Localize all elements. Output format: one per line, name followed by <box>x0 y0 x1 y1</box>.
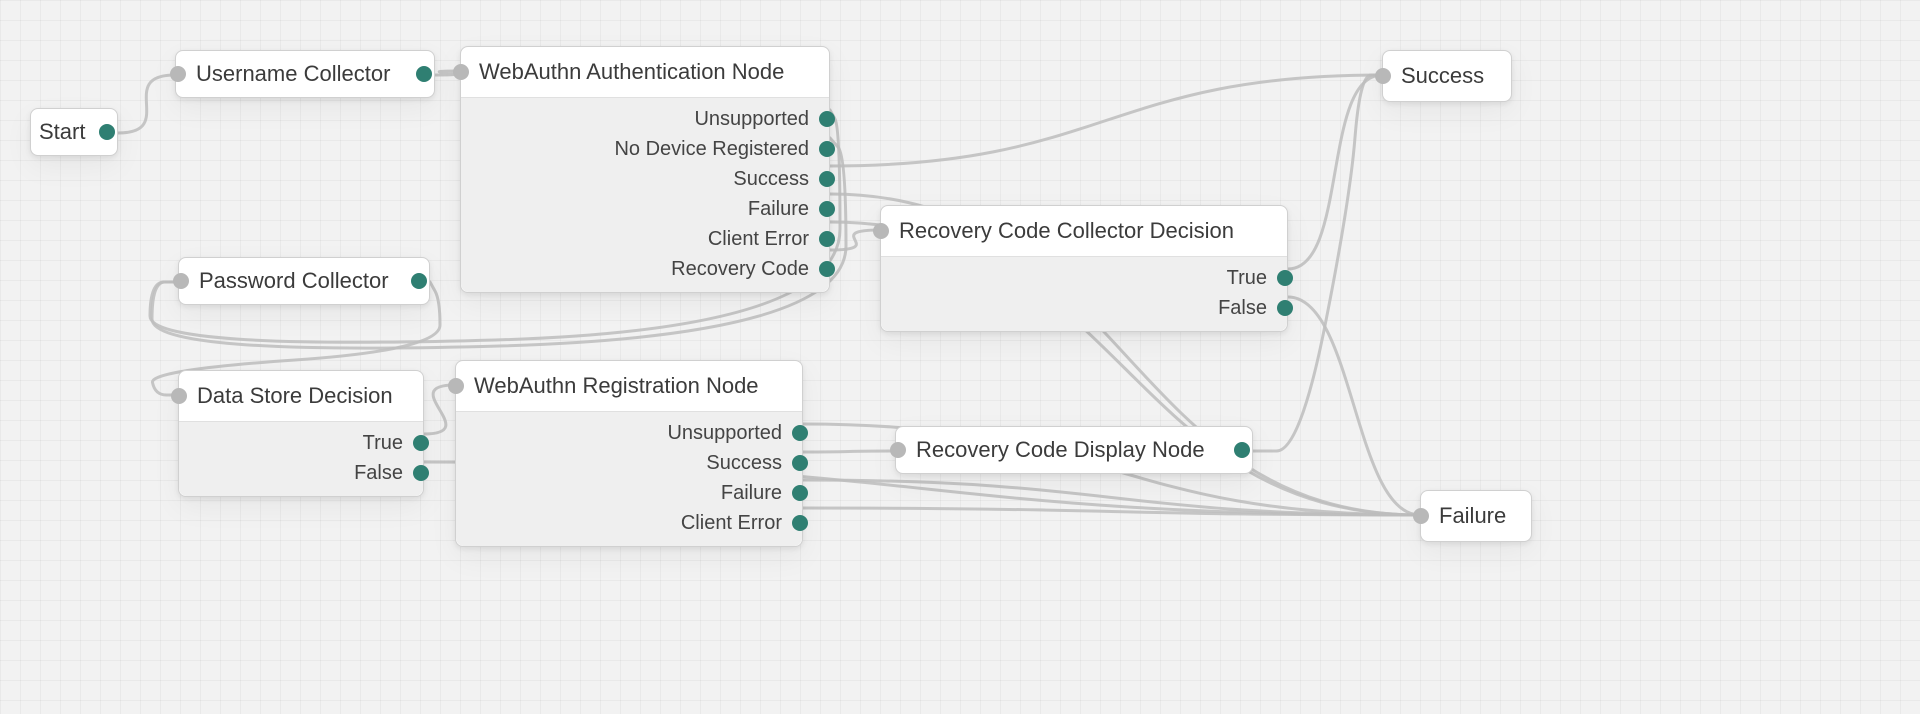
node-title: Success <box>1401 63 1497 89</box>
port-out-false[interactable] <box>1277 300 1293 316</box>
node-title: Username Collector <box>196 61 406 87</box>
output-failure: Failure <box>460 478 798 508</box>
output-label: False <box>354 462 403 485</box>
node-recovery-code-display[interactable]: Recovery Code Display Node <box>895 426 1253 474</box>
output-label: Client Error <box>708 228 809 251</box>
port-out-client-error[interactable] <box>819 231 835 247</box>
output-label: True <box>363 432 403 455</box>
output-failure: Failure <box>465 194 825 224</box>
port-out[interactable] <box>1234 442 1250 458</box>
output-client-error: Client Error <box>460 508 798 538</box>
output-label: Recovery Code <box>671 258 809 281</box>
edges-layer <box>0 0 1920 714</box>
output-label: Failure <box>721 482 782 505</box>
output-false: False <box>183 458 419 488</box>
output-label: Client Error <box>681 512 782 535</box>
port-out-recovery-code[interactable] <box>819 261 835 277</box>
port-out-failure[interactable] <box>819 201 835 217</box>
node-recovery-code-collector-decision[interactable]: Recovery Code Collector Decision True Fa… <box>880 205 1288 332</box>
output-label: Success <box>706 452 782 475</box>
node-webauthn-authentication[interactable]: WebAuthn Authentication Node Unsupported… <box>460 46 830 293</box>
port-out-success[interactable] <box>792 455 808 471</box>
port-out-true[interactable] <box>1277 270 1293 286</box>
node-success[interactable]: Success <box>1382 50 1512 102</box>
outputs-panel: Unsupported No Device Registered Success… <box>461 97 829 292</box>
node-title: Data Store Decision <box>197 383 405 409</box>
output-label: Unsupported <box>694 108 809 131</box>
port-out-unsupported[interactable] <box>819 111 835 127</box>
port-in[interactable] <box>1375 68 1391 84</box>
output-label: True <box>1227 267 1267 290</box>
edge <box>1288 297 1420 515</box>
node-title: Password Collector <box>199 268 401 294</box>
output-true: True <box>885 263 1283 293</box>
edge <box>1288 75 1382 269</box>
port-in[interactable] <box>173 273 189 289</box>
port-in[interactable] <box>453 64 469 80</box>
output-unsupported: Unsupported <box>460 418 798 448</box>
output-unsupported: Unsupported <box>465 104 825 134</box>
port-out[interactable] <box>411 273 427 289</box>
edge <box>803 508 1420 515</box>
output-client-error: Client Error <box>465 224 825 254</box>
port-out-no-device[interactable] <box>819 141 835 157</box>
outputs-panel: True False <box>881 256 1287 331</box>
port-in[interactable] <box>890 442 906 458</box>
output-label: Failure <box>748 198 809 221</box>
node-title: WebAuthn Registration Node <box>474 373 784 399</box>
edge <box>803 451 895 452</box>
output-false: False <box>885 293 1283 323</box>
node-title: Failure <box>1439 503 1517 529</box>
output-recovery-code: Recovery Code <box>465 254 825 284</box>
output-label: No Device Registered <box>614 138 809 161</box>
output-true: True <box>183 428 419 458</box>
outputs-panel: True False <box>179 421 423 496</box>
node-username-collector[interactable]: Username Collector <box>175 50 435 98</box>
output-label: Unsupported <box>667 422 782 445</box>
node-title: WebAuthn Authentication Node <box>479 59 811 85</box>
port-in[interactable] <box>171 388 187 404</box>
port-in[interactable] <box>170 66 186 82</box>
outputs-panel: Unsupported Success Failure Client Error <box>456 411 802 546</box>
node-data-store-decision[interactable]: Data Store Decision True False <box>178 370 424 497</box>
node-start[interactable]: Start <box>30 108 118 156</box>
node-start-title: Start <box>39 119 89 145</box>
flow-canvas[interactable]: { "colors": { "port_green": "#2f7f72", "… <box>0 0 1920 714</box>
output-success: Success <box>465 164 825 194</box>
output-label: False <box>1218 297 1267 320</box>
port-out[interactable] <box>99 124 115 140</box>
output-no-device-registered: No Device Registered <box>465 134 825 164</box>
edge <box>803 480 1420 515</box>
output-label: Success <box>733 168 809 191</box>
port-out[interactable] <box>416 66 432 82</box>
port-out-unsupported[interactable] <box>792 425 808 441</box>
node-webauthn-registration[interactable]: WebAuthn Registration Node Unsupported S… <box>455 360 803 547</box>
node-title: Recovery Code Display Node <box>916 437 1224 463</box>
port-in[interactable] <box>873 223 889 239</box>
edge <box>830 75 1382 166</box>
port-in[interactable] <box>1413 508 1429 524</box>
port-in[interactable] <box>448 378 464 394</box>
port-out-success[interactable] <box>819 171 835 187</box>
node-failure[interactable]: Failure <box>1420 490 1532 542</box>
node-title: Recovery Code Collector Decision <box>899 218 1269 244</box>
port-out-true[interactable] <box>413 435 429 451</box>
edge <box>118 75 175 133</box>
port-out-failure[interactable] <box>792 485 808 501</box>
output-success: Success <box>460 448 798 478</box>
port-out-false[interactable] <box>413 465 429 481</box>
node-password-collector[interactable]: Password Collector <box>178 257 430 305</box>
port-out-client-error[interactable] <box>792 515 808 531</box>
